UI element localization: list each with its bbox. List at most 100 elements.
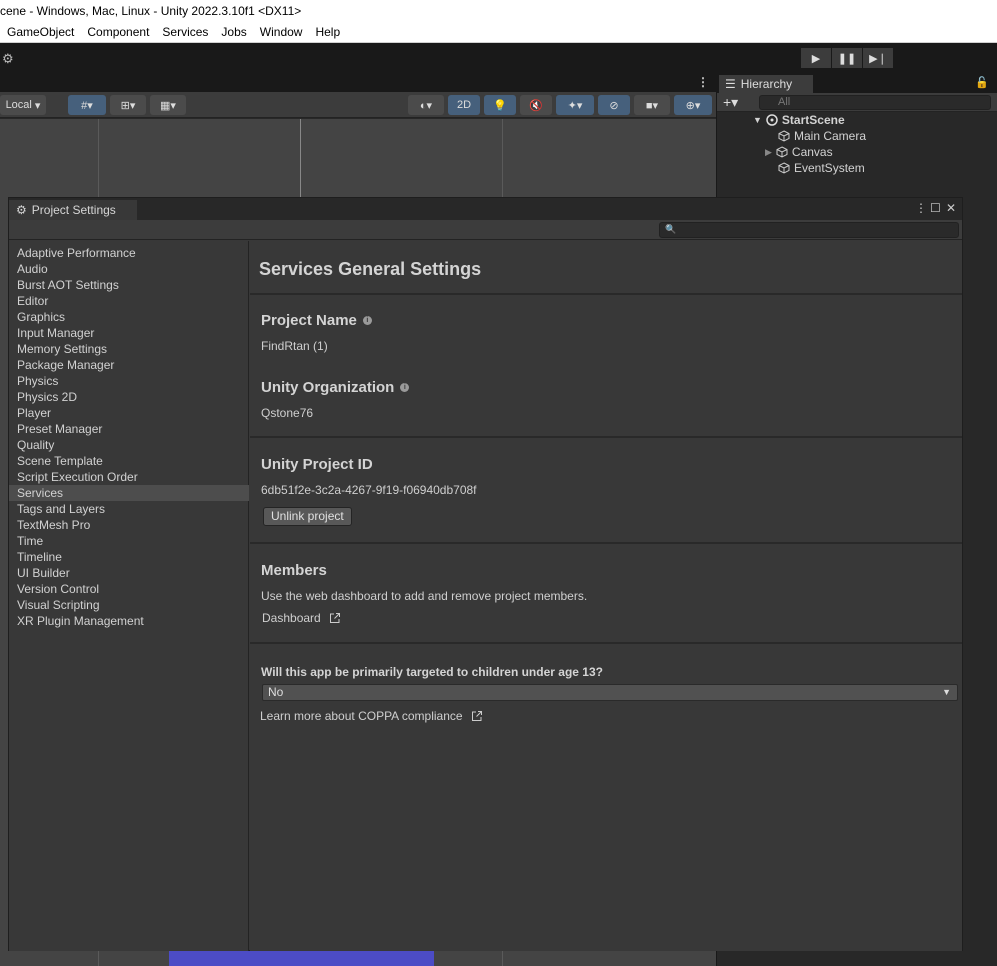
window-title: cene - Windows, Mac, Linux - Unity 2022.… xyxy=(0,0,997,22)
coppa-question: Will this app be primarily targeted to c… xyxy=(261,665,603,679)
hierarchy-item[interactable]: EventSystem xyxy=(778,160,865,176)
project-id-heading: Unity Project ID xyxy=(261,456,373,473)
camera-icon[interactable]: ■▾ xyxy=(634,95,670,115)
close-icon[interactable]: ✕ xyxy=(946,201,956,215)
project-settings-tab-label: Project Settings xyxy=(31,203,116,217)
gameobject-cube-icon xyxy=(778,162,790,174)
increment-snap-icon[interactable]: ⊞▾ xyxy=(110,95,146,115)
unlink-project-button[interactable]: Unlink project xyxy=(263,507,352,526)
more-icon[interactable]: ⋮ xyxy=(915,201,927,215)
nav-item-package-manager[interactable]: Package Manager xyxy=(9,357,249,373)
coppa-link[interactable]: Learn more about COPPA compliance xyxy=(260,709,483,723)
coppa-dropdown[interactable]: No ▼ xyxy=(262,684,958,701)
nav-item-timeline[interactable]: Timeline xyxy=(9,549,249,565)
info-icon[interactable]: i xyxy=(362,316,372,325)
dashboard-link[interactable]: Dashboard xyxy=(262,611,341,625)
scene-tabbar: ⋮ xyxy=(0,73,716,92)
menu-services[interactable]: Services xyxy=(155,22,214,42)
more-icon[interactable]: ⋮ xyxy=(697,75,709,89)
shading-mode-icon[interactable]: ◐▾ xyxy=(408,95,444,115)
nav-item-textmesh-pro[interactable]: TextMesh Pro xyxy=(9,517,249,533)
grid-visibility-icon[interactable]: ▦▾ xyxy=(150,95,186,115)
nav-item-ui-builder[interactable]: UI Builder xyxy=(9,565,249,581)
settings-search-row: 🔍 xyxy=(9,220,962,240)
external-link-icon xyxy=(471,711,482,721)
settings-nav: Adaptive Performance Audio Burst AOT Set… xyxy=(9,241,249,951)
info-icon[interactable]: i xyxy=(400,383,410,392)
hierarchy-item-label: Canvas xyxy=(791,145,833,159)
nav-item-preset-manager[interactable]: Preset Manager xyxy=(9,421,249,437)
nav-item-adaptive-performance[interactable]: Adaptive Performance xyxy=(9,245,249,261)
page-title: Services General Settings xyxy=(259,259,482,279)
divider xyxy=(250,436,962,438)
lighting-icon[interactable]: 💡 xyxy=(484,95,516,115)
hierarchy-item[interactable]: ▶ Canvas xyxy=(765,144,833,160)
nav-item-physics[interactable]: Physics xyxy=(9,373,249,389)
organization-heading: Unity Organization i xyxy=(261,379,410,396)
nav-item-player[interactable]: Player xyxy=(9,405,249,421)
cloud-settings-icon[interactable]: ⚙ xyxy=(2,51,18,67)
coppa-link-label: Learn more about COPPA compliance xyxy=(260,709,463,723)
scene-icon xyxy=(766,114,778,126)
project-settings-tab[interactable]: ⚙ Project Settings xyxy=(9,200,137,220)
hierarchy-item[interactable]: Main Camera xyxy=(778,128,866,144)
project-id-label: Unity Project ID xyxy=(261,456,373,473)
services-settings-content: Services General Settings Project Name i… xyxy=(250,241,962,951)
members-description: Use the web dashboard to add and remove … xyxy=(261,589,588,603)
hidden-objects-icon[interactable]: ⊘ xyxy=(598,95,630,115)
hierarchy-toolbar: +▾ All xyxy=(717,93,997,112)
nav-item-script-execution-order[interactable]: Script Execution Order xyxy=(9,469,249,485)
hierarchy-tab[interactable]: ☰ Hierarchy xyxy=(719,75,813,93)
project-name-heading: Project Name i xyxy=(261,312,372,329)
nav-item-xr-plugin-management[interactable]: XR Plugin Management xyxy=(9,613,249,629)
nav-item-services[interactable]: Services xyxy=(9,485,249,501)
menu-window[interactable]: Window xyxy=(253,22,309,42)
hierarchy-item-label: Main Camera xyxy=(794,129,867,143)
nav-item-memory-settings[interactable]: Memory Settings xyxy=(9,341,249,357)
organization-value: Qstone76 xyxy=(261,406,314,420)
menu-gameobject[interactable]: GameObject xyxy=(0,22,80,42)
search-icon: 🔍 xyxy=(665,224,677,234)
lock-icon[interactable]: 🔓 xyxy=(975,76,989,89)
coppa-dropdown-value: No xyxy=(268,685,284,699)
nav-item-scene-template[interactable]: Scene Template xyxy=(9,453,249,469)
step-button[interactable]: ▶❘ xyxy=(863,48,893,68)
menu-jobs[interactable]: Jobs xyxy=(214,22,252,42)
gizmos-icon[interactable]: ⊕▾ xyxy=(674,95,712,115)
expand-arrow-icon[interactable]: ▼ xyxy=(753,115,762,125)
nav-item-version-control[interactable]: Version Control xyxy=(9,581,249,597)
nav-item-audio[interactable]: Audio xyxy=(9,261,249,277)
game-view-strip xyxy=(169,951,434,966)
menu-help[interactable]: Help xyxy=(308,22,346,42)
mode-2d-button[interactable]: 2D xyxy=(448,95,480,115)
playback-controls: ▶ ❚❚ ▶❘ xyxy=(801,48,893,68)
nav-item-input-manager[interactable]: Input Manager xyxy=(9,325,249,341)
maximize-icon[interactable]: ☐ xyxy=(930,201,941,215)
hierarchy-search-input[interactable]: All xyxy=(759,95,991,110)
nav-item-physics-2d[interactable]: Physics 2D xyxy=(9,389,249,405)
expand-arrow-icon[interactable]: ▶ xyxy=(765,147,772,158)
add-object-button[interactable]: +▾ xyxy=(723,94,738,111)
pivot-dropdown[interactable]: Local ▾ xyxy=(0,95,46,115)
hierarchy-tab-label: Hierarchy xyxy=(740,77,793,91)
grid-snap-icon[interactable]: #▾ xyxy=(68,95,106,115)
organization-label: Unity Organization xyxy=(261,379,395,396)
nav-item-graphics[interactable]: Graphics xyxy=(9,309,249,325)
nav-item-quality[interactable]: Quality xyxy=(9,437,249,453)
play-button[interactable]: ▶ xyxy=(801,48,831,68)
nav-item-time[interactable]: Time xyxy=(9,533,249,549)
nav-item-tags-and-layers[interactable]: Tags and Layers xyxy=(9,501,249,517)
divider xyxy=(250,542,962,544)
pivot-label: Local xyxy=(5,99,32,111)
nav-item-visual-scripting[interactable]: Visual Scripting xyxy=(9,597,249,613)
hierarchy-item-label: EventSystem xyxy=(794,161,865,175)
scene-row[interactable]: ▼ StartScene xyxy=(753,112,845,128)
nav-item-burst-aot[interactable]: Burst AOT Settings xyxy=(9,277,249,293)
nav-item-editor[interactable]: Editor xyxy=(9,293,249,309)
effects-icon[interactable]: ✦▾ xyxy=(556,95,594,115)
settings-search-input[interactable]: 🔍 xyxy=(659,222,959,238)
menu-component[interactable]: Component xyxy=(80,22,155,42)
audio-icon[interactable]: 🔇 xyxy=(520,95,552,115)
gameobject-cube-icon xyxy=(778,130,790,142)
pause-button[interactable]: ❚❚ xyxy=(832,48,862,68)
